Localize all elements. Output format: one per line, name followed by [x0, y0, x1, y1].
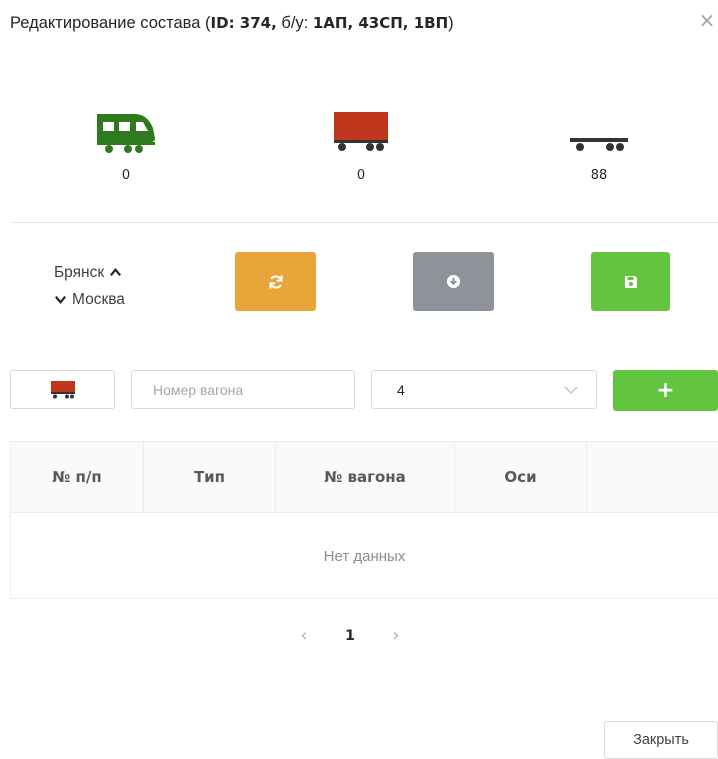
wagons-table: № п/п Тип № вагона Оси Нет данных — [10, 441, 718, 599]
download-icon — [446, 274, 461, 289]
pagination: ‹ 1 › — [297, 625, 403, 646]
wagon-number-input[interactable] — [131, 370, 355, 409]
freight-car-icon — [50, 380, 75, 398]
page-number[interactable]: 1 — [343, 628, 357, 644]
route-to[interactable]: Москва — [54, 286, 125, 313]
chevron-down-icon — [564, 386, 578, 394]
save-icon — [624, 275, 637, 288]
refresh-icon — [268, 274, 283, 289]
train-id: ID: 374, — [210, 14, 277, 32]
chevron-down-icon — [55, 296, 66, 305]
flatcar-summary: 88 — [559, 112, 639, 183]
freight-car-summary: 0 — [321, 112, 401, 183]
axles-select[interactable]: 4 — [371, 370, 597, 409]
table-empty-state: Нет данных — [323, 547, 406, 565]
flatcar-count: 88 — [590, 168, 608, 183]
chevron-left-icon[interactable]: ‹ — [297, 625, 311, 646]
route-from[interactable]: Брянск — [54, 259, 125, 286]
locomotive-summary: 0 — [86, 112, 166, 183]
divider — [10, 222, 718, 223]
chevron-up-icon — [110, 267, 122, 276]
flatcar-icon — [570, 138, 628, 151]
add-wagon-button[interactable]: + — [613, 370, 718, 411]
refresh-button[interactable] — [235, 252, 316, 311]
chevron-right-icon[interactable]: › — [389, 625, 403, 646]
modal-title: Редактирование состава (ID: 374, б/у: 1А… — [10, 14, 454, 32]
column-header-index[interactable]: № п/п — [11, 442, 144, 512]
axles-value: 4 — [397, 381, 405, 398]
locomotive-count: 0 — [121, 168, 131, 183]
save-button[interactable] — [591, 252, 670, 311]
freight-car-icon — [334, 112, 388, 151]
download-button[interactable] — [413, 252, 494, 311]
locomotive-icon — [97, 114, 155, 153]
column-header-type[interactable]: Тип — [144, 442, 276, 512]
bu-values: 1АП, 43СП, 1ВП — [312, 14, 449, 32]
column-header-wagon-number[interactable]: № вагона — [276, 442, 455, 512]
close-button[interactable]: Закрыть — [604, 721, 718, 759]
route-from-label: Брянск — [54, 264, 105, 281]
freight-car-count: 0 — [356, 168, 366, 183]
column-header-axles[interactable]: Оси — [455, 442, 587, 512]
route-direction: Брянск Москва — [54, 259, 125, 313]
column-header-actions — [587, 442, 718, 512]
close-icon[interactable]: × — [697, 10, 717, 30]
table-header: № п/п Тип № вагона Оси — [11, 442, 718, 513]
route-to-label: Москва — [72, 291, 125, 308]
wagon-type-select[interactable] — [10, 370, 115, 409]
